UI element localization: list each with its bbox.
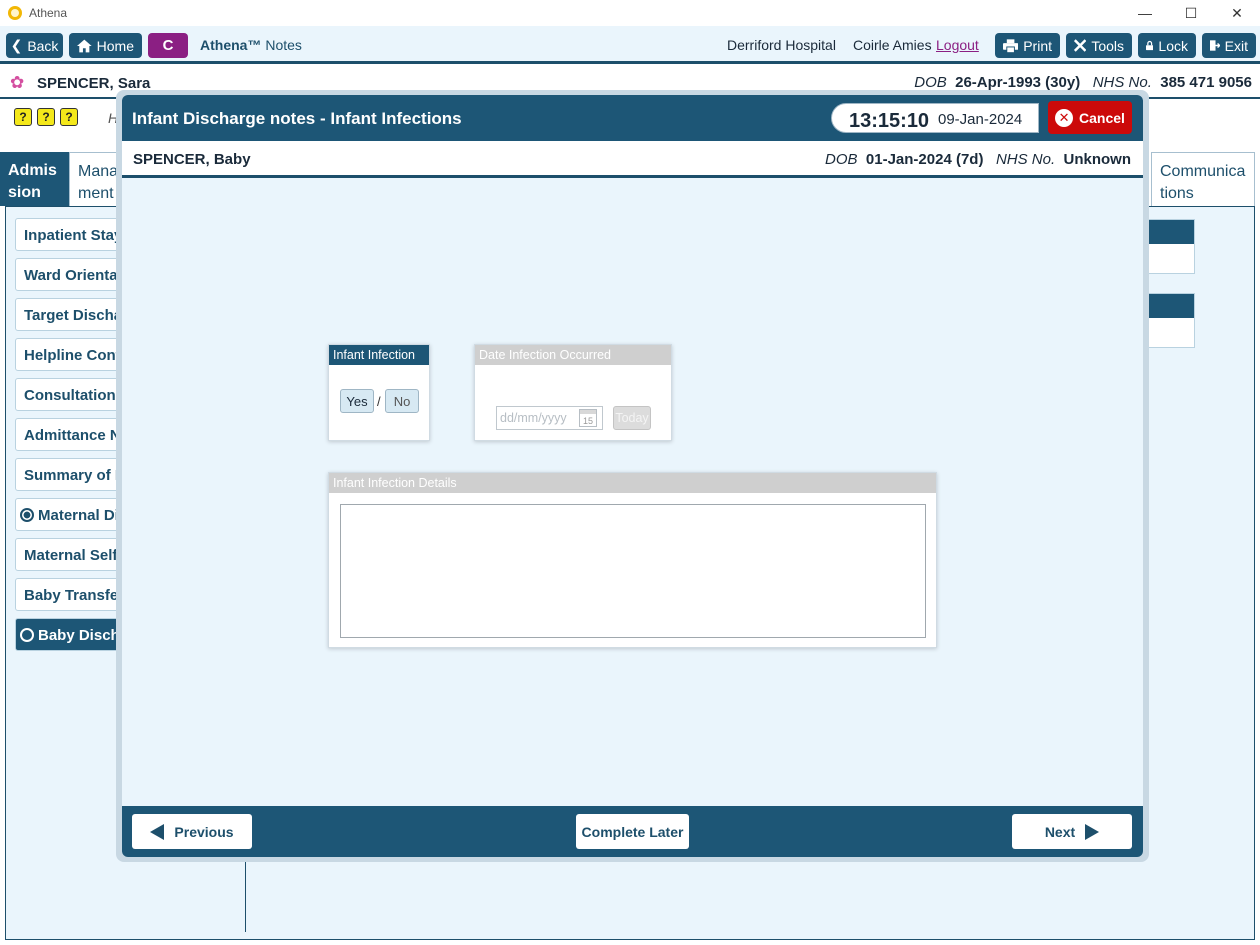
window-controls: — ☐ ✕ [1122,0,1260,26]
close-window-icon[interactable]: ✕ [1214,0,1260,26]
maximize-icon[interactable]: ☐ [1168,0,1214,26]
tab-admission[interactable]: Admis sion [0,152,69,206]
app-brand: Athena™ Notes [200,37,302,53]
chevron-left-icon: ❮ [10,37,23,53]
sidebar-item[interactable]: Baby Transfer [15,578,125,611]
sidebar-item[interactable]: Helpline Cont [15,338,125,371]
minimize-icon[interactable]: — [1122,0,1168,26]
printer-icon [1003,38,1019,53]
back-button[interactable]: ❮ Back [6,33,63,58]
calendar-icon[interactable]: 15 [579,409,597,427]
tools-icon [1074,39,1087,52]
sidebar-item[interactable]: Target Dischar [15,298,125,331]
sidebar-item-label: Ward Orientat [24,267,123,284]
card-header: Infant Infection [329,345,429,365]
yes-button[interactable]: Yes [340,389,374,413]
sidebar-item[interactable]: Maternal Self [15,538,125,571]
tab-communications[interactable]: Communica tions [1151,152,1255,206]
card-header: Infant Infection Details [329,473,936,493]
date-infection-card: Date Infection Occurred dd/mm/yyyy 15 To… [474,344,672,441]
tools-button[interactable]: Tools [1066,33,1132,58]
sidebar-item[interactable]: Maternal Di [15,498,125,531]
hospital-name: Derriford Hospital [727,37,836,53]
sidebar-item-label: Baby Discha [38,627,125,644]
infant-infections-dialog: Infant Discharge notes - Infant Infectio… [122,95,1143,857]
sidebar-item[interactable]: Admittance N [15,418,125,451]
top-toolbar: ❮ Back Home C Athena™ Notes Derriford Ho… [0,26,1260,64]
sidebar-item[interactable]: Summary of P [15,458,125,491]
infection-details-card: Infant Infection Details [328,472,937,648]
cancel-button[interactable]: ✕ Cancel [1048,101,1132,134]
datetime-display: 13:15:10 09-Jan-2024 [831,103,1039,133]
sidebar-item-label: Summary of P [24,467,125,484]
sidebar-item-label: Maternal Self [24,547,118,564]
close-icon: ✕ [1055,108,1074,127]
exit-icon [1210,40,1220,51]
window-titlebar: Athena — ☐ ✕ [0,0,1260,26]
help-icon[interactable]: ? [14,108,32,126]
baby-dob-nhs: DOB 01-Jan-2024 (7d) NHS No. Unknown [825,151,1131,168]
infection-date-input[interactable]: dd/mm/yyyy 15 [496,406,603,430]
sidebar-item[interactable]: Baby Discha [15,618,125,651]
separator: / [377,394,381,409]
athena-logo-icon [8,6,22,20]
help-icon[interactable]: ? [60,108,78,126]
dialog-title: Infant Discharge notes - Infant Infectio… [132,109,462,128]
sidebar-item[interactable]: Ward Orientat [15,258,125,291]
logout-link[interactable]: Logout [936,37,979,53]
today-button[interactable]: Today [613,406,651,430]
patient-dob-nhs: DOB 26-Apr-1993 (30y) NHS No. 385 471 90… [914,74,1252,91]
sidebar-item-label: Inpatient Stay [24,227,123,244]
sidebar-item-label: Target Dischar [24,307,125,324]
background-card [1145,293,1195,348]
print-button[interactable]: Print [995,33,1060,58]
dialog-footer: Previous Complete Later Next [122,806,1143,857]
infection-details-textarea[interactable] [340,504,926,638]
exit-button[interactable]: Exit [1202,33,1256,58]
divider [245,860,246,932]
radio-icon [20,628,34,642]
window-title: Athena [29,6,68,20]
help-icons-row: ? ? ? [14,108,78,126]
sidebar-item-label: Maternal Di [38,507,119,524]
sidebar-item[interactable]: Consultation I [15,378,125,411]
next-button[interactable]: Next [1012,814,1132,849]
current-time: 13:15:10 [849,110,930,132]
baby-banner: SPENCER, Baby DOB 01-Jan-2024 (7d) NHS N… [122,141,1143,178]
lock-button[interactable]: Lock [1138,33,1196,58]
infant-infection-card: Infant Infection Yes / No [328,344,430,441]
flower-icon: ✿ [10,73,25,92]
sidebar-item-label: Admittance N [24,427,121,444]
user-name: Coirle Amies [853,37,932,53]
sidebar-item-label: Helpline Cont [24,347,121,364]
lock-icon [1146,40,1154,51]
arrow-left-icon [150,823,165,840]
background-card [1145,219,1195,274]
home-button[interactable]: Home [69,33,142,58]
arrow-right-icon [1085,823,1100,840]
complete-later-button[interactable]: Complete Later [576,814,689,849]
sidebar-item-label: Consultation I [24,387,124,404]
sidebar-item[interactable]: Inpatient Stay [15,218,125,251]
no-button[interactable]: No [385,389,419,413]
c-button[interactable]: C [148,33,188,58]
sidebar-item-label: Baby Transfer [24,587,125,604]
previous-button[interactable]: Previous [132,814,252,849]
baby-name: SPENCER, Baby [133,151,251,168]
card-header: Date Infection Occurred [475,345,671,365]
current-date: 09-Jan-2024 [938,111,1023,128]
dialog-header: Infant Discharge notes - Infant Infectio… [122,95,1143,141]
help-icon[interactable]: ? [37,108,55,126]
home-icon [77,39,92,52]
radio-icon [20,508,34,522]
